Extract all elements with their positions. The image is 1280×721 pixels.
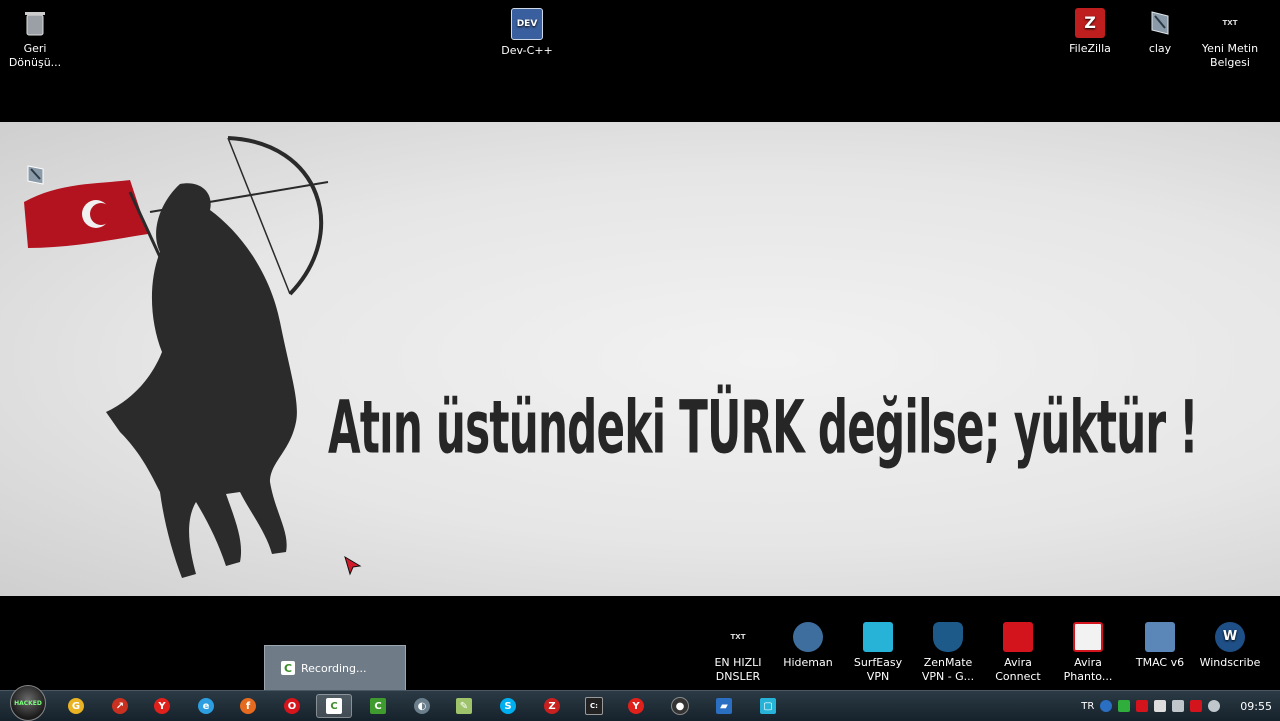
arrow-icon: ↗ xyxy=(112,698,128,714)
desktop-icon-yeni-metin-belgesi[interactable]: TXT Yeni Metin Belgesi xyxy=(1198,8,1262,70)
yandex-icon: Y xyxy=(154,698,170,714)
desktop-icon-clay[interactable]: clay xyxy=(1128,8,1192,56)
network-icon[interactable] xyxy=(1172,700,1185,712)
taskbar-app-cmd[interactable]: C: xyxy=(576,694,612,718)
desktop-icon-windscribe[interactable]: W Windscribe xyxy=(1198,622,1262,670)
wallpaper-slogan: Atın üstündeki TÜRK değilse; yüktür ! xyxy=(328,384,1199,471)
taskbar-app-filezilla[interactable]: Z xyxy=(534,694,570,718)
desktop-icon-label: SurfEasy VPN xyxy=(853,656,903,683)
app-blue-icon: ▰ xyxy=(716,698,732,714)
desktop-icon-en-hizli-dnsler[interactable]: TXT EN HIZLI DNSLER xyxy=(706,622,770,684)
clock[interactable]: 09:55 xyxy=(1240,700,1272,713)
app-dark-icon: ● xyxy=(671,697,689,715)
help-icon[interactable] xyxy=(1100,700,1113,712)
wallpaper-banner: Atın üstündeki TÜRK değilse; yüktür ! xyxy=(0,122,1280,596)
text-file-glyph: TXT xyxy=(730,633,746,641)
desktop-icon-label: Dev-C++ xyxy=(501,44,553,57)
desktop-icon-tmac-v6[interactable]: TMAC v6 xyxy=(1128,622,1192,670)
cmd-icon: C: xyxy=(585,697,603,715)
start-button[interactable]: HACKED xyxy=(10,685,46,721)
start-label: HACKED xyxy=(14,699,42,707)
app-cyan-icon: ▢ xyxy=(760,698,776,714)
taskbar-app-red[interactable]: ↗ xyxy=(102,694,138,718)
desktop-icon-label: Geri Dönüşü... xyxy=(8,42,62,69)
desktop-icon-label: FileZilla xyxy=(1069,42,1111,55)
file-icon xyxy=(1145,8,1175,38)
desktop-icon-avira-connect[interactable]: Avira Connect xyxy=(986,622,1050,684)
taskbar-app-blue[interactable]: ▰ xyxy=(706,694,742,718)
recording-label: Recording... xyxy=(301,661,367,675)
ie-icon: e xyxy=(198,698,214,714)
text-file-glyph: TXT xyxy=(1222,19,1238,27)
taskbar-app-camtasia[interactable]: C xyxy=(360,694,396,718)
desktop-icon-dev-cpp[interactable]: DEV Dev-C++ xyxy=(495,8,559,58)
avira-tray-icon[interactable] xyxy=(1136,700,1149,712)
recording-popup[interactable]: C Recording... xyxy=(264,645,406,691)
steam-icon: ◐ xyxy=(414,698,430,714)
desktop-icon-zenmate-vpn[interactable]: ZenMate VPN - G... xyxy=(916,622,980,684)
windscribe-icon: W xyxy=(1215,622,1245,652)
camtasia-icon: C xyxy=(370,698,386,714)
small-file-icon[interactable] xyxy=(26,164,46,186)
text-file-icon: TXT xyxy=(1215,8,1245,38)
taskbar-app-firefox[interactable]: f xyxy=(230,694,266,718)
desktop-icon-label: clay xyxy=(1148,42,1172,55)
taskbar-app-yandex-2[interactable]: Y xyxy=(618,694,654,718)
tmac-icon xyxy=(1145,622,1175,652)
windscribe-glyph: W xyxy=(1222,629,1238,644)
chrome-icon: G xyxy=(68,698,84,714)
taskbar-app-chrome[interactable]: G xyxy=(58,694,94,718)
system-tray: TR 09:55 xyxy=(1081,691,1272,721)
desktop-icon-filezilla[interactable]: Z FileZilla xyxy=(1058,8,1122,56)
filezilla-icon: Z xyxy=(1075,8,1105,38)
desktop-icon-label: EN HIZLI DNSLER xyxy=(714,656,762,683)
flag-icon[interactable] xyxy=(1154,700,1167,712)
taskbar-app-camtasia-active[interactable]: C xyxy=(316,694,352,718)
yandex-icon: Y xyxy=(628,698,644,714)
desktop-icon-surfeasy-vpn[interactable]: SurfEasy VPN xyxy=(846,622,910,684)
desktop-icon-label: Avira Connect xyxy=(995,656,1041,683)
taskbar-app-skype[interactable]: S xyxy=(490,694,526,718)
desktop-icon-label: ZenMate VPN - G... xyxy=(921,656,975,683)
desktop-icon-hideman[interactable]: Hideman xyxy=(776,622,840,670)
filezilla-glyph: Z xyxy=(1084,13,1096,32)
skype-icon: S xyxy=(500,698,516,714)
hideman-icon xyxy=(793,622,823,652)
text-file-icon: TXT xyxy=(723,622,753,652)
camtasia-icon: C xyxy=(281,661,295,675)
desktop-icon-label: Hideman xyxy=(783,656,833,669)
avira-phantom-icon xyxy=(1073,622,1103,652)
taskbar-app-steam[interactable]: ◐ xyxy=(404,694,440,718)
desktop-icon-avira-phantom[interactable]: Avira Phanto... xyxy=(1056,622,1120,684)
shield-icon[interactable] xyxy=(1118,700,1131,712)
taskbar-app-notepad[interactable]: ✎ xyxy=(446,694,482,718)
desktop-icon-label: Yeni Metin Belgesi xyxy=(1201,42,1259,69)
taskbar-app-cyan[interactable]: ▢ xyxy=(750,694,786,718)
mouse-cursor xyxy=(344,555,362,580)
zenmate-icon xyxy=(933,622,963,652)
devcpp-glyph: DEV xyxy=(516,19,538,29)
filezilla-icon: Z xyxy=(544,698,560,714)
warning-icon[interactable] xyxy=(1190,700,1203,712)
volume-icon[interactable] xyxy=(1208,700,1221,712)
firefox-icon: f xyxy=(240,698,256,714)
desktop-icon-label: TMAC v6 xyxy=(1135,656,1185,669)
taskbar-app-opera[interactable]: O xyxy=(274,694,310,718)
taskbar-app-yandex[interactable]: Y xyxy=(144,694,180,718)
desktop-icon-label: Avira Phanto... xyxy=(1063,656,1113,683)
camtasia-icon: C xyxy=(326,698,342,714)
notepad-icon: ✎ xyxy=(456,698,472,714)
desktop-icon-recycle-bin[interactable]: Geri Dönüşü... xyxy=(3,8,67,70)
surfeasy-icon xyxy=(863,622,893,652)
horseman-silhouette xyxy=(24,136,329,578)
avira-icon xyxy=(1003,622,1033,652)
desktop-icon-label: Windscribe xyxy=(1199,656,1261,669)
opera-icon: O xyxy=(284,698,300,714)
language-indicator[interactable]: TR xyxy=(1081,701,1094,712)
taskbar: HACKED G ↗ Y e f O C C ◐ ✎ S Z C: Y ● ▰ … xyxy=(0,685,1280,721)
taskbar-app-dark[interactable]: ● xyxy=(662,694,698,718)
taskbar-app-ie[interactable]: e xyxy=(188,694,224,718)
devcpp-icon: DEV xyxy=(511,8,543,40)
trash-icon xyxy=(20,8,50,38)
